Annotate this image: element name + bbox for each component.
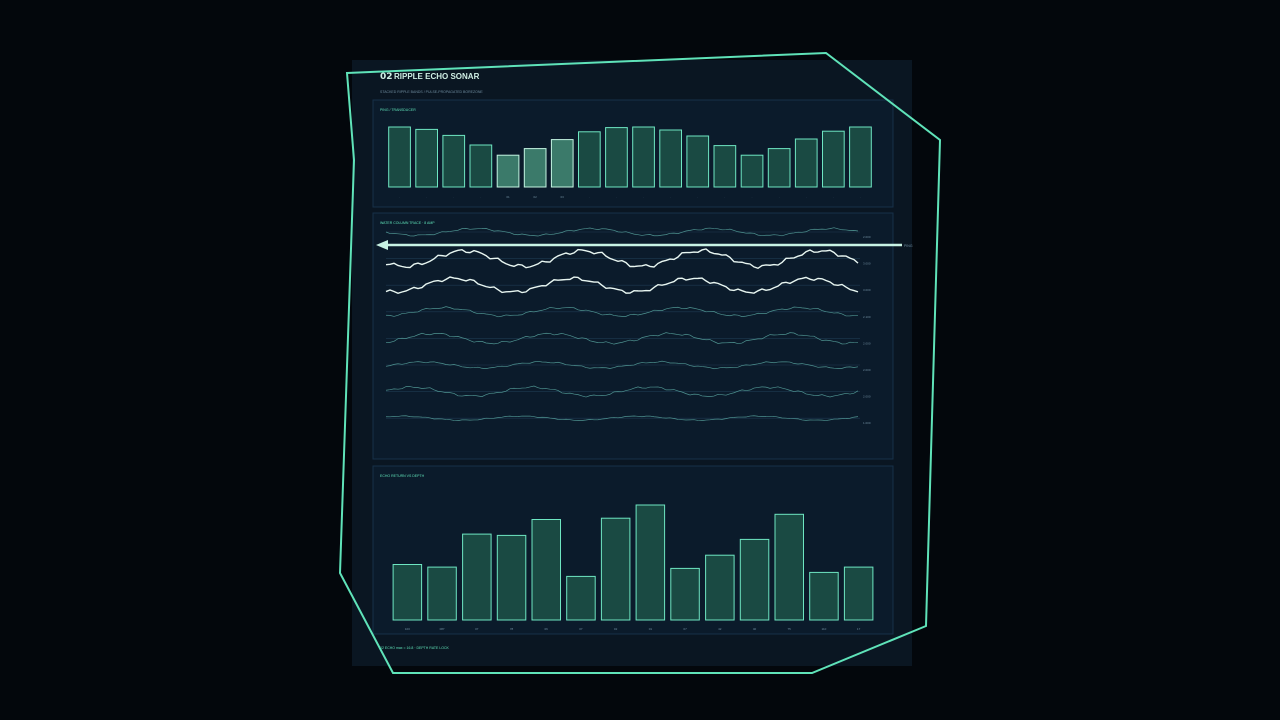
ping-tick-label: 03 xyxy=(561,195,565,199)
ping-tick-label: 02 xyxy=(533,195,537,199)
wave-amplitude-label: 2.000 xyxy=(863,341,871,345)
wave-amplitude-label: 2.100 xyxy=(863,315,871,319)
ping-tick-label: · xyxy=(670,195,671,199)
echo-bar xyxy=(635,504,666,621)
wave-amplitude-label: 2.000 xyxy=(863,368,871,372)
ping-panel-title: PING / TRANSDUCER xyxy=(380,108,416,112)
echo-tick-label: 42 xyxy=(718,627,722,631)
footer-note: 02 ECHO max = 16.8 · DEPTH RATE LOCK xyxy=(380,646,450,650)
ping-bar xyxy=(659,129,682,188)
ping-tick-label: · xyxy=(616,195,617,199)
ping-bar xyxy=(605,127,628,188)
wave-panel-title: WATER COLUMN TRACE · 8 AMP xyxy=(380,221,435,225)
echo-bar xyxy=(600,517,631,621)
ping-bar xyxy=(740,154,764,188)
ping-tick-label: · xyxy=(724,195,725,199)
wave-amplitude-label: 1.000 xyxy=(863,421,871,425)
echo-tick-label: 100 xyxy=(405,627,410,631)
echo-tick-label: 02 xyxy=(614,627,618,631)
header-number: 02 xyxy=(380,72,393,82)
echo-tick-label: 40 xyxy=(753,627,757,631)
wave-amplitude-label: 2.000 xyxy=(863,235,871,239)
echo-tick-label: 01 xyxy=(649,627,653,631)
ping-bar xyxy=(415,128,438,188)
echo-bar xyxy=(739,538,770,621)
ping-tick-label: · xyxy=(697,195,698,199)
ping-bar xyxy=(550,139,574,188)
ping-bar xyxy=(523,148,547,188)
ping-tick-label: · xyxy=(426,195,427,199)
echo-bar xyxy=(462,533,492,621)
ping-tick-label: · xyxy=(860,195,861,199)
echo-tick-label: 75 xyxy=(788,627,792,631)
echo-bar xyxy=(496,534,527,621)
ping-tick-label: · xyxy=(752,195,753,199)
echo-bar xyxy=(531,519,561,621)
echo-tick-label: 07 xyxy=(683,627,687,631)
ping-tick-label: · xyxy=(399,195,400,199)
echo-panel-title: ECHO RETURN VS DEPTH xyxy=(380,474,425,478)
echo-tick-label: 07 xyxy=(475,627,479,631)
ping-bar xyxy=(849,126,872,188)
ping-tick-label: 01 xyxy=(506,195,510,199)
ping-tick-label: · xyxy=(453,195,454,199)
ping-bar xyxy=(469,144,493,188)
echo-tick-label: 06 xyxy=(545,627,549,631)
ping-bar xyxy=(822,130,845,188)
wave-amplitude-label: 2.000 xyxy=(863,395,871,399)
wave-amplitude-label: 3.000 xyxy=(863,262,871,266)
ping-bar xyxy=(794,138,818,188)
wave-panel xyxy=(372,212,894,460)
ping-arrow-label: PING xyxy=(904,244,913,248)
echo-bar xyxy=(809,571,839,621)
echo-bar xyxy=(843,566,874,621)
echo-bar xyxy=(774,513,804,621)
ping-bar xyxy=(767,148,791,188)
ping-bar xyxy=(442,134,466,188)
echo-bar xyxy=(705,554,735,621)
wave-amplitude-label: 3.000 xyxy=(863,288,871,292)
ping-tick-label: · xyxy=(643,195,644,199)
echo-bar xyxy=(670,567,700,621)
ping-bar xyxy=(496,154,520,188)
echo-bar xyxy=(427,566,457,621)
chart-canvas: 02 RIPPLE ECHO SONAR STACKED RIPPLE BAND… xyxy=(338,51,942,674)
ping-bar xyxy=(713,145,737,188)
ping-bar xyxy=(686,135,710,188)
echo-bar xyxy=(392,564,423,621)
echo-tick-label: 17 xyxy=(857,627,861,631)
echo-tick-label: 78 xyxy=(510,627,514,631)
echo-tick-label: 110 xyxy=(822,627,827,631)
echo-tick-label: 07 xyxy=(579,627,583,631)
ping-bar xyxy=(632,126,655,188)
header-subtitle: STACKED RIPPLE BANDS / PULSE-PROPAGATED … xyxy=(380,90,483,94)
ping-bar xyxy=(388,126,411,188)
ping-tick-label: · xyxy=(480,195,481,199)
ping-tick-label: · xyxy=(779,195,780,199)
header-title: RIPPLE ECHO SONAR xyxy=(394,72,480,81)
ping-tick-label: · xyxy=(806,195,807,199)
echo-bar xyxy=(566,575,596,621)
ping-tick-label: · xyxy=(833,195,834,199)
ping-tick-label: · xyxy=(589,195,590,199)
ping-bar xyxy=(578,131,601,188)
echo-tick-label: 087 xyxy=(440,627,445,631)
